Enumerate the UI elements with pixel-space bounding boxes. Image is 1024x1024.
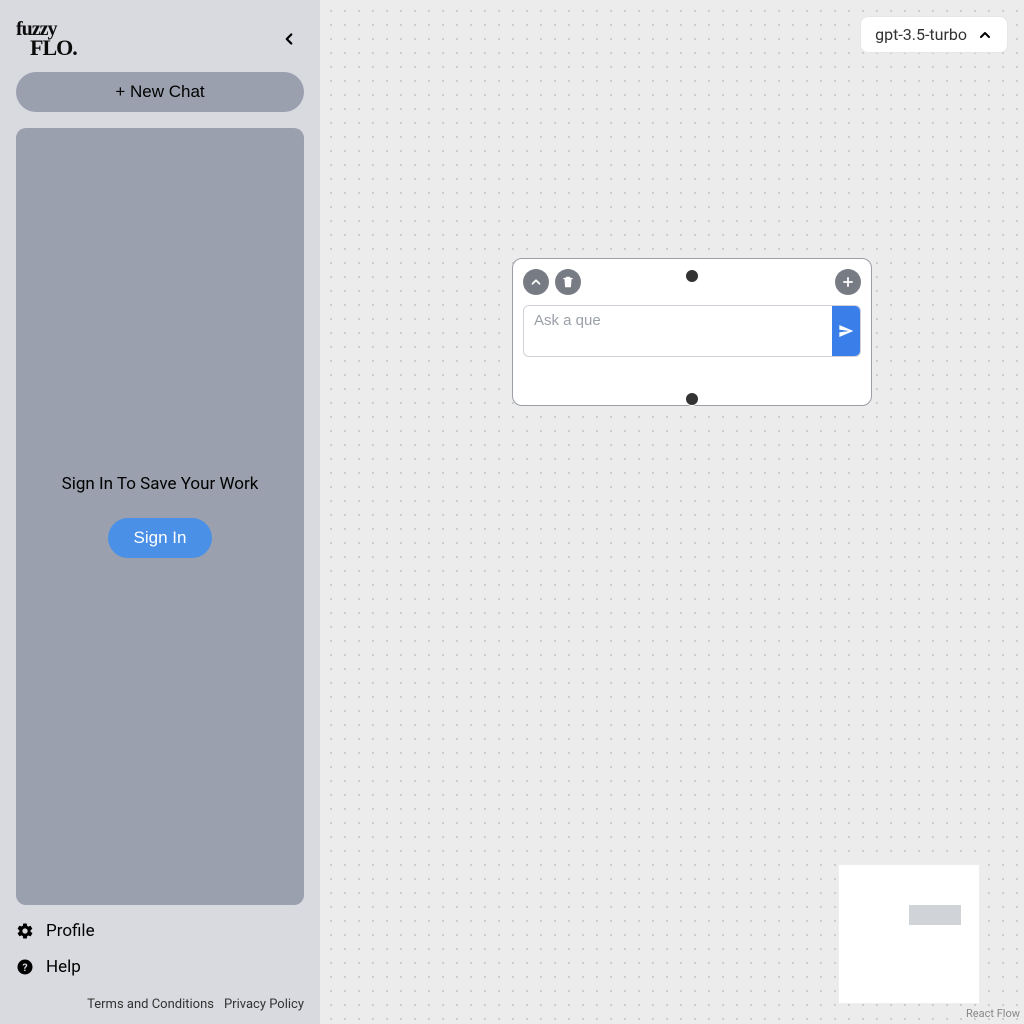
node-delete-button[interactable] — [555, 269, 581, 295]
sidebar-header: fuzzy FLO. — [0, 12, 320, 72]
help-icon: ? — [16, 958, 34, 976]
trash-icon — [561, 275, 575, 289]
privacy-link[interactable]: Privacy Policy — [224, 997, 304, 1012]
app-logo: fuzzy FLO. — [16, 20, 77, 58]
node-handle-top[interactable] — [685, 269, 699, 283]
sidebar-footer: Profile ? Help Terms and Conditions Priv… — [0, 905, 320, 1024]
paper-plane-icon — [838, 323, 854, 339]
flow-canvas[interactable]: gpt-3.5-turbo — [320, 0, 1024, 1024]
send-button[interactable] — [832, 306, 860, 356]
node-collapse-button[interactable] — [523, 269, 549, 295]
chevron-up-icon — [529, 275, 543, 289]
new-chat-button[interactable]: + New Chat — [16, 72, 304, 112]
model-selected-label: gpt-3.5-turbo — [875, 25, 967, 44]
terms-link[interactable]: Terms and Conditions — [87, 997, 214, 1012]
node-add-button[interactable] — [835, 269, 861, 295]
chevron-left-icon — [280, 30, 298, 48]
node-body — [523, 357, 861, 395]
sidebar-panel: Sign In To Save Your Work Sign In — [16, 128, 304, 905]
logo-text-bottom: FLO. — [30, 38, 77, 58]
plus-icon — [841, 275, 855, 289]
help-label: Help — [46, 957, 81, 977]
chevron-up-icon — [977, 27, 993, 43]
sign-in-button[interactable]: Sign In — [108, 518, 213, 558]
model-selector[interactable]: gpt-3.5-turbo — [860, 16, 1008, 53]
question-input[interactable] — [524, 306, 832, 337]
sign-in-prompt: Sign In To Save Your Work — [62, 474, 259, 494]
chat-node[interactable] — [512, 258, 872, 406]
node-input-row — [523, 305, 861, 357]
help-link[interactable]: ? Help — [16, 957, 304, 977]
legal-links: Terms and Conditions Privacy Policy — [16, 993, 304, 1016]
minimap-node — [909, 905, 961, 925]
profile-link[interactable]: Profile — [16, 921, 304, 941]
collapse-sidebar-button[interactable] — [274, 24, 304, 54]
gear-icon — [16, 922, 34, 940]
svg-text:?: ? — [22, 961, 27, 974]
sidebar: fuzzy FLO. + New Chat Sign In To Save Yo… — [0, 0, 320, 1024]
profile-label: Profile — [46, 921, 95, 941]
minimap[interactable] — [838, 864, 980, 1004]
node-handle-bottom[interactable] — [685, 392, 699, 406]
attribution-label: React Flow — [966, 1007, 1020, 1020]
